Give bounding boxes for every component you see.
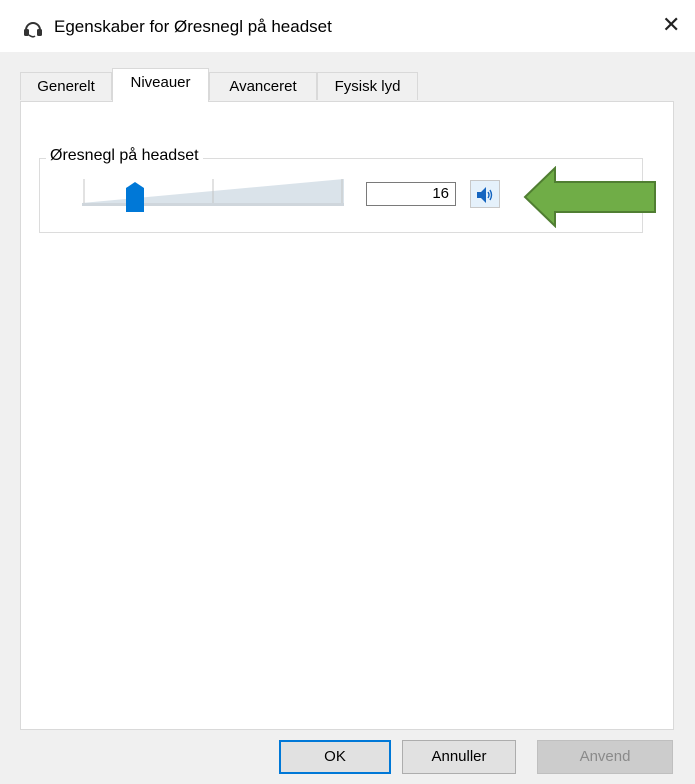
group-label: Øresnegl på headset [46, 147, 203, 165]
apply-button[interactable]: Anvend [537, 740, 673, 774]
tab-fysisk-lyd[interactable]: Fysisk lyd [317, 72, 418, 100]
mute-button[interactable] [470, 180, 500, 208]
green-arrow-icon [523, 166, 656, 228]
tab-avanceret[interactable]: Avanceret [209, 72, 317, 100]
cancel-button[interactable]: Annuller [402, 740, 516, 774]
tab-niveauer[interactable]: Niveauer [112, 68, 209, 102]
speaker-icon [477, 187, 493, 203]
ok-button[interactable]: OK [279, 740, 391, 774]
slider-track [82, 179, 344, 206]
tab-generelt[interactable]: Generelt [20, 72, 112, 100]
close-icon[interactable]: ✕ [662, 14, 680, 36]
slider-thumb[interactable] [125, 181, 145, 213]
headset-icon [24, 22, 42, 38]
volume-value-field[interactable]: 16 [366, 182, 456, 206]
volume-slider[interactable] [82, 177, 344, 213]
window-title: Egenskaber for Øresnegl på headset [54, 17, 332, 36]
title-bar: Egenskaber for Øresnegl på headset ✕ [0, 0, 695, 52]
